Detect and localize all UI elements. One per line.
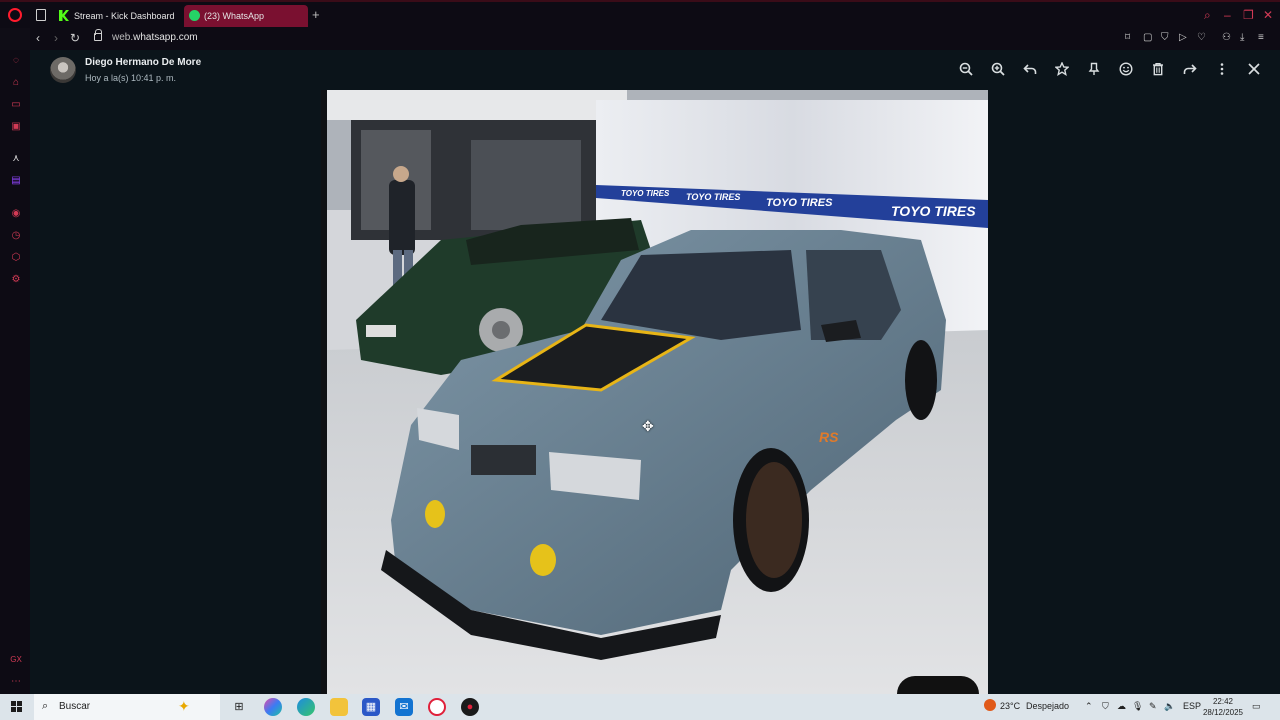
- clock-time: 22:42: [1212, 697, 1234, 706]
- player-icon[interactable]: ▷: [1179, 32, 1187, 44]
- snapshot-icon[interactable]: ▢: [1143, 32, 1152, 44]
- sidebar-extensions-icon[interactable]: ⬡: [10, 252, 22, 264]
- taskbar-search-box[interactable]: ⌕ Buscar ✦: [34, 694, 220, 720]
- tray-chevron-icon[interactable]: ⌃: [1085, 701, 1093, 712]
- profile-icon[interactable]: ⚇: [1222, 32, 1231, 44]
- tab-whatsapp[interactable]: (23) WhatsApp: [184, 5, 308, 27]
- maximize-icon[interactable]: ❐: [1243, 8, 1254, 22]
- banner-text: TOYO TIRES: [621, 189, 670, 198]
- weather-desc: Despejado: [1026, 701, 1070, 711]
- whatsapp-icon: [189, 10, 200, 21]
- kick-icon: [59, 10, 69, 21]
- media-viewer: Diego Hermano De More Hoy a la(s) 10:41 …: [30, 50, 1280, 706]
- sidebar-news-icon[interactable]: ▣: [10, 121, 22, 133]
- search-icon: ⌕: [42, 700, 49, 712]
- browser-window: Stream - Kick Dashboard (23) WhatsApp + …: [0, 0, 1280, 706]
- zoom-in-icon[interactable]: [989, 62, 1007, 80]
- weather-icon[interactable]: [984, 699, 996, 711]
- tab-label: Stream - Kick Dashboard: [74, 11, 175, 21]
- sidebar-messenger-icon[interactable]: ▭: [10, 99, 22, 111]
- file-explorer-icon[interactable]: [330, 698, 348, 716]
- close-icon[interactable]: [1245, 62, 1263, 80]
- zoom-out-icon[interactable]: [957, 62, 975, 80]
- store-icon[interactable]: ▦: [362, 698, 380, 716]
- tray-security-icon[interactable]: ⛉: [1102, 701, 1109, 712]
- url-field[interactable]: web.whatsapp.com: [112, 32, 198, 43]
- search-tabs-icon[interactable]: ⌕: [1204, 8, 1211, 22]
- banner-text: TOYO TIRES: [766, 197, 833, 209]
- opera-sidebar: ◌ ⌂ ▭ ▣ ⋏ ▤ ◉ ◷ ⬡ ⚙ GX ⋯: [0, 50, 30, 694]
- outlook-icon[interactable]: ✉: [395, 698, 413, 716]
- tab-kick-dashboard[interactable]: Stream - Kick Dashboard: [54, 5, 182, 27]
- tray-mic-icon[interactable]: 🎙: [1132, 701, 1143, 712]
- tray-volume-icon[interactable]: 🔈: [1164, 701, 1175, 712]
- app-icon[interactable]: ●: [461, 698, 479, 716]
- address-bar: ‹ › ↻ web.whatsapp.com ⌑ ▢ ⛉ ▷ ♡ ⚇ ⤓ ≡: [30, 28, 1280, 50]
- search-label: Buscar: [59, 701, 91, 712]
- move-cursor-icon: ✥: [642, 418, 654, 434]
- tray-cloud-icon[interactable]: ☁: [1117, 701, 1126, 712]
- sender-name: Diego Hermano De More: [85, 57, 202, 68]
- clock-date: 28/12/2025: [1202, 708, 1244, 717]
- language-indicator[interactable]: ESP: [1183, 701, 1201, 711]
- bookmark-icon[interactable]: ⌑: [1125, 32, 1130, 44]
- sidebar-gx-icon[interactable]: GX: [10, 654, 22, 666]
- windows-taskbar: ⌕ Buscar ✦ ⊞ ▦ ✉ ● 23°C Despejado ⌃ ⛉ ☁ …: [0, 694, 1280, 720]
- sidebar-history-icon[interactable]: ◷: [10, 230, 22, 242]
- forward-icon[interactable]: [1181, 62, 1199, 80]
- delete-icon[interactable]: [1149, 62, 1167, 80]
- media-photo[interactable]: TOYO TIRES TOYO TIRES TOYO TIRES TOYO TI…: [321, 90, 988, 694]
- reply-icon[interactable]: [1021, 62, 1039, 80]
- media-viewer-header: Diego Hermano De More Hoy a la(s) 10:41 …: [30, 50, 1280, 90]
- banner-text: TOYO TIRES: [891, 203, 976, 219]
- taskbar-clock[interactable]: 22:42 28/12/2025: [1200, 696, 1246, 718]
- tab-list-icon[interactable]: [36, 9, 46, 21]
- edge-icon[interactable]: [297, 698, 315, 716]
- url-domain: web.: [112, 32, 134, 43]
- tray-pen-icon[interactable]: ✎: [1149, 701, 1157, 712]
- avatar[interactable]: [50, 57, 76, 83]
- back-icon[interactable]: ‹: [36, 31, 40, 45]
- heart-icon[interactable]: ♡: [1197, 32, 1206, 44]
- sidebar-shop-icon[interactable]: ⌂: [10, 77, 22, 89]
- sidebar-more-icon[interactable]: ⋯: [10, 676, 22, 688]
- task-view-icon[interactable]: ⊞: [230, 698, 248, 716]
- sidebar-settings-icon[interactable]: ⚙: [10, 274, 22, 286]
- close-window-icon[interactable]: ✕: [1263, 8, 1273, 22]
- sparkle-icon: ✦: [178, 698, 190, 714]
- opera-logo-icon[interactable]: [8, 8, 22, 22]
- notification-icon[interactable]: ▭: [1252, 701, 1261, 712]
- opera-gx-icon[interactable]: [428, 698, 446, 716]
- new-tab-button[interactable]: +: [312, 8, 320, 22]
- url-host: whatsapp.com: [133, 32, 198, 43]
- sent-time: Hoy a la(s) 10:41 p. m.: [85, 73, 177, 83]
- tab-label: (23) WhatsApp: [204, 11, 265, 21]
- sidebar-player-icon[interactable]: ◉: [10, 208, 22, 220]
- banner-text: TOYO TIRES: [686, 192, 740, 202]
- sidebar-kick-icon[interactable]: ⋏: [10, 153, 22, 165]
- sidebar-ai-icon[interactable]: ◌: [10, 55, 22, 67]
- sidebar-twitch-icon[interactable]: ▤: [10, 175, 22, 187]
- more-icon[interactable]: [1213, 62, 1231, 80]
- menu-icon[interactable]: ≡: [1258, 32, 1264, 44]
- weather-temp: 23°C: [1000, 701, 1021, 711]
- reload-icon[interactable]: ↻: [70, 31, 80, 45]
- forward-nav-icon[interactable]: ›: [54, 31, 58, 45]
- lock-icon: [94, 29, 102, 41]
- windows-start-icon[interactable]: [11, 701, 22, 712]
- car-badge: RS: [819, 429, 839, 445]
- minimize-icon[interactable]: –: [1224, 8, 1231, 22]
- star-icon[interactable]: [1053, 61, 1071, 80]
- tab-strip: Stream - Kick Dashboard (23) WhatsApp + …: [0, 0, 1280, 28]
- download-icon[interactable]: ⤓: [1240, 32, 1244, 44]
- pin-icon[interactable]: [1085, 62, 1103, 80]
- shield-icon[interactable]: ⛉: [1161, 32, 1169, 44]
- emoji-icon[interactable]: [1117, 62, 1135, 80]
- copilot-icon[interactable]: [264, 698, 282, 716]
